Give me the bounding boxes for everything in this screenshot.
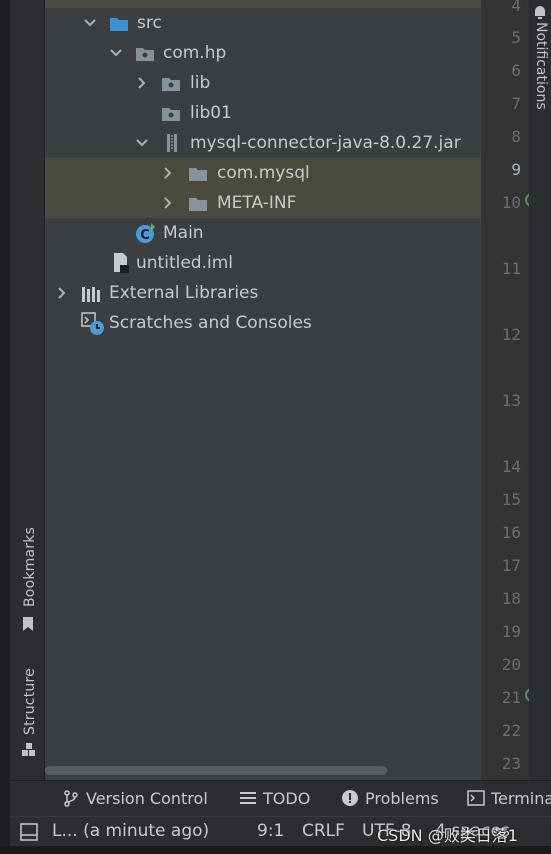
line-number: 17	[501, 556, 521, 575]
chevron-right-icon[interactable]	[161, 158, 175, 188]
horizontal-scrollbar[interactable]	[45, 766, 387, 775]
tree-row-partial	[45, 0, 481, 8]
libraries-icon	[81, 285, 101, 303]
line-number: 23	[501, 754, 521, 773]
source-folder-icon	[109, 15, 129, 33]
editor-gutter: 4 5 6 7 8 9 10 11 12 13 14 15 16 17 18 1…	[481, 0, 533, 780]
line-number: 6	[511, 61, 521, 80]
notifications-tab[interactable]: Notifications	[533, 22, 549, 122]
line-number: 4	[511, 0, 521, 15]
line-number: 16	[501, 523, 521, 542]
folder-icon	[188, 195, 208, 213]
tree-item-label: untitled.iml	[136, 253, 233, 273]
chevron-down-icon[interactable]	[109, 38, 123, 68]
folder-icon	[188, 165, 208, 183]
chevron-right-icon[interactable]	[161, 188, 175, 218]
todo-tab[interactable]: TODO	[239, 781, 310, 817]
version-control-label: Version Control	[86, 789, 208, 808]
window-bottom-edge	[0, 846, 551, 854]
panel-toggle-icon[interactable]	[20, 823, 38, 841]
line-number: 19	[501, 622, 521, 641]
svg-text:C: C	[140, 228, 150, 243]
problems-label: Problems	[365, 789, 439, 808]
version-control-tab[interactable]: Version Control	[62, 781, 208, 817]
line-number: 10	[501, 193, 521, 212]
chevron-right-icon[interactable]	[55, 278, 69, 308]
package-icon	[161, 75, 181, 93]
tree-item-label: Scratches and Consoles	[109, 313, 312, 333]
branch-icon	[62, 784, 80, 807]
tree-item-meta-inf[interactable]: META-INF	[45, 188, 481, 218]
package-icon	[135, 45, 155, 63]
tree-item-src[interactable]: src	[45, 8, 481, 38]
java-class-icon: C	[135, 222, 157, 244]
tree-item-external-libraries[interactable]: External Libraries	[45, 278, 481, 308]
line-number: 12	[501, 325, 521, 344]
tree-item-label: lib01	[190, 103, 232, 123]
jar-icon	[163, 133, 183, 152]
line-number-current: 9	[511, 160, 521, 179]
structure-icon[interactable]	[22, 742, 36, 756]
chevron-right-icon[interactable]	[135, 68, 149, 98]
tree-item-label: META-INF	[217, 193, 297, 213]
tree-item-untitled-iml[interactable]: untitled.iml	[45, 248, 481, 278]
bookmarks-tab[interactable]: Bookmarks	[22, 527, 38, 607]
line-number: 14	[501, 457, 521, 476]
tree-item-label: Main	[163, 223, 204, 243]
problems-icon	[341, 784, 359, 806]
structure-tab-label: Structure	[22, 668, 38, 735]
tree-item-scratches[interactable]: Scratches and Consoles	[45, 308, 481, 338]
package-icon	[161, 105, 181, 123]
tree-item-lib[interactable]: lib	[45, 68, 481, 98]
project-tree: src com.hp lib lib01 mysql-connector-jav…	[45, 0, 481, 780]
line-number: 18	[501, 589, 521, 608]
bookmarks-tab-label: Bookmarks	[22, 526, 38, 607]
tree-item-label: src	[137, 13, 162, 33]
chevron-down-icon[interactable]	[83, 8, 97, 38]
watermark: CSDN @败类日落1	[377, 826, 518, 845]
terminal-tab[interactable]: Terminal	[467, 781, 551, 817]
line-number: 5	[511, 28, 521, 47]
tree-item-label: com.mysql	[217, 163, 310, 183]
line-number: 21	[501, 688, 521, 707]
tool-window-bar: Version Control TODO Problems Terminal	[10, 780, 551, 817]
terminal-label: Terminal	[491, 789, 551, 808]
tree-item-com-mysql[interactable]: com.mysql	[45, 158, 481, 188]
iml-file-icon	[111, 252, 131, 274]
vcs-status-message[interactable]: L... (a minute ago)	[52, 817, 209, 847]
line-number: 7	[511, 94, 521, 113]
line-separator[interactable]: CRLF	[302, 817, 345, 847]
line-number: 20	[501, 655, 521, 674]
problems-tab[interactable]: Problems	[341, 781, 439, 817]
tree-item-lib01[interactable]: lib01	[45, 98, 481, 128]
line-number: 22	[501, 721, 521, 740]
notifications-tab-label: Notifications	[533, 22, 549, 110]
todo-list-icon	[239, 784, 257, 804]
chevron-down-icon[interactable]	[135, 128, 149, 158]
todo-label: TODO	[263, 789, 311, 808]
line-number: 8	[511, 127, 521, 146]
tree-item-com-hp[interactable]: com.hp	[45, 38, 481, 68]
left-tool-strip: Bookmarks Structure	[10, 0, 45, 780]
tree-item-label: com.hp	[163, 43, 227, 63]
bookmark-icon[interactable]	[22, 616, 34, 632]
tree-item-mysql-connector-jar[interactable]: mysql-connector-java-8.0.27.jar	[45, 128, 481, 158]
terminal-icon	[467, 784, 485, 806]
right-tool-strip: Notifications	[529, 0, 551, 780]
line-number: 11	[501, 259, 521, 278]
scratches-icon	[81, 312, 105, 336]
caret-position[interactable]: 9:1	[257, 817, 284, 847]
tree-item-label: mysql-connector-java-8.0.27.jar	[190, 133, 461, 153]
line-number: 15	[501, 490, 521, 509]
tree-item-label: External Libraries	[109, 283, 259, 303]
tree-item-label: lib	[190, 73, 211, 93]
tree-item-main[interactable]: C Main	[45, 218, 481, 248]
structure-tab[interactable]: Structure	[22, 668, 38, 735]
notifications-icon[interactable]	[532, 4, 548, 20]
line-number: 13	[501, 391, 521, 410]
